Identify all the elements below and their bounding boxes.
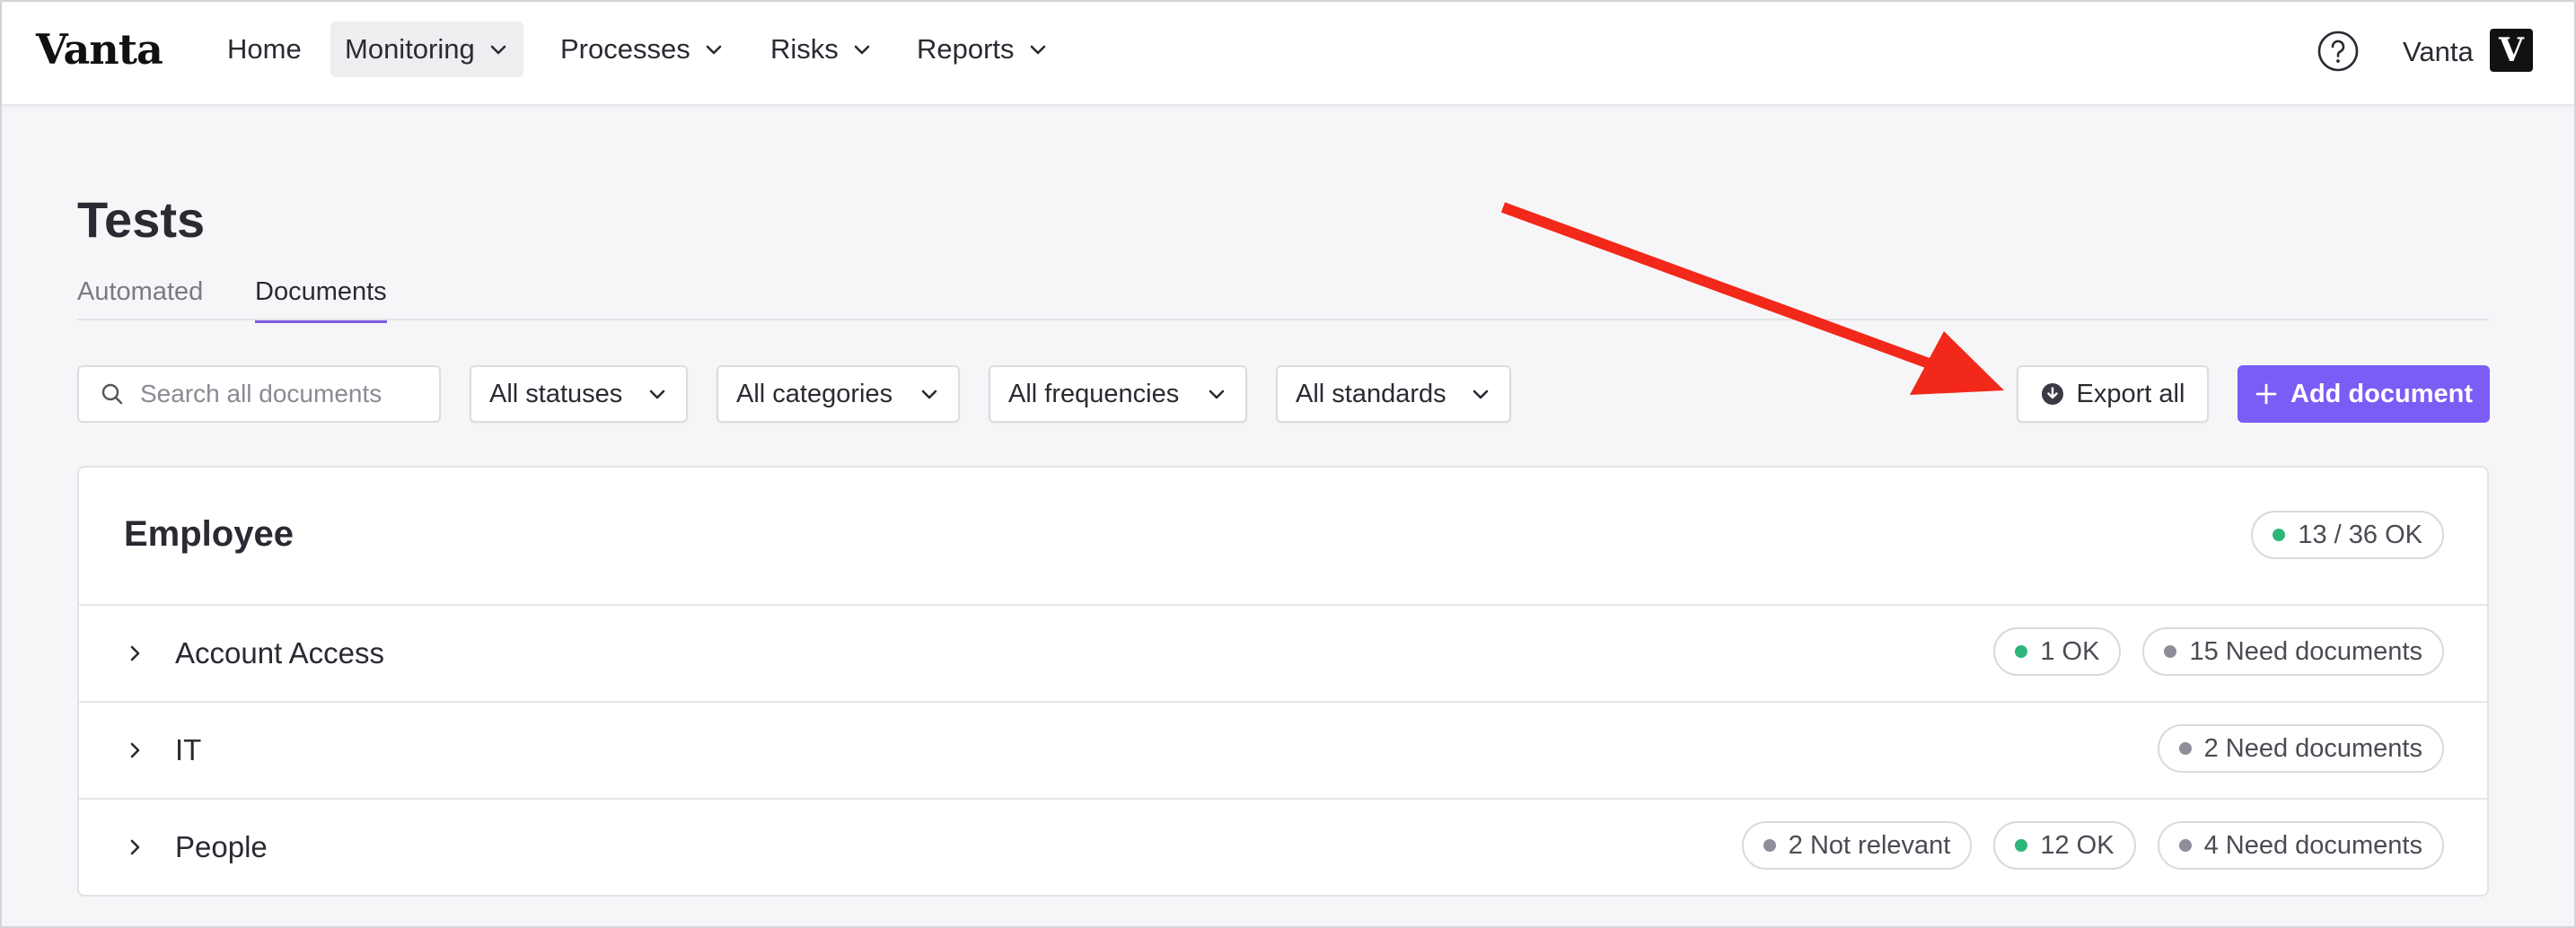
nav-processes[interactable]: Processes (546, 22, 739, 77)
nav-processes-label: Processes (560, 33, 690, 65)
status-badge: 2 Need documents (2157, 724, 2444, 773)
chevron-right-icon[interactable] (124, 643, 145, 664)
download-icon (2041, 383, 2063, 405)
status-filter-label: All statuses (489, 379, 623, 408)
chevron-down-icon (1473, 390, 1489, 399)
employee-group-card: Employee 13 / 36 OK Account Access 1 OK … (77, 466, 2489, 897)
page-title: Tests (77, 191, 206, 248)
chevron-down-icon (1030, 45, 1045, 55)
status-badge: 1 OK (1993, 627, 2122, 676)
tab-documents[interactable]: Documents (255, 277, 387, 323)
nav-monitoring[interactable]: Monitoring (330, 22, 523, 77)
search-field[interactable] (77, 365, 441, 423)
nav-risks-label: Risks (770, 33, 839, 65)
group-summary: 13 / 36 OK (2251, 511, 2444, 559)
status-badge-text: 2 Not relevant (1788, 830, 1951, 860)
category-row-label: People (175, 830, 268, 863)
ok-status-dot (2273, 529, 2286, 541)
nav-reports-label: Reports (917, 33, 1015, 65)
category-row-label: Account Access (175, 636, 384, 670)
nav-monitoring-label: Monitoring (345, 33, 475, 65)
help-icon[interactable] (2317, 30, 2360, 73)
status-badge: 4 Need documents (2157, 821, 2444, 870)
tab-automated[interactable]: Automated (77, 277, 203, 320)
status-badge-text: 4 Need documents (2203, 830, 2422, 860)
ok-status-dot (2015, 645, 2028, 658)
tabs-divider (77, 319, 2489, 320)
nav-risks[interactable]: Risks (756, 22, 887, 77)
search-input[interactable] (140, 380, 427, 408)
add-document-label: Add document (2290, 379, 2473, 408)
add-document-button[interactable]: Add document (2238, 365, 2490, 423)
chevron-down-icon (649, 390, 665, 399)
vanta-logo[interactable]: Vanta (36, 25, 163, 74)
ok-status-dot (2015, 839, 2028, 852)
category-row-label: IT (175, 733, 202, 766)
status-badge: 13 / 36 OK (2251, 511, 2444, 559)
category-filter-dropdown[interactable]: All categories (717, 365, 960, 423)
user-name[interactable]: Vanta (2403, 36, 2474, 68)
neutral-status-dot (2178, 742, 2192, 755)
status-badge: 15 Need documents (2142, 627, 2444, 676)
neutral-status-dot (2164, 645, 2177, 658)
top-navigation: Vanta Home Monitoring Processes Risks Re… (2, 2, 2574, 106)
nav-home[interactable]: Home (213, 22, 316, 77)
frequency-filter-dropdown[interactable]: All frequencies (989, 365, 1247, 423)
status-filter-dropdown[interactable]: All statuses (470, 365, 688, 423)
status-badge: 12 OK (1993, 821, 2136, 870)
status-badge-text: 2 Need documents (2203, 733, 2422, 763)
nav-home-label: Home (227, 33, 302, 65)
export-all-label: Export all (2076, 379, 2185, 408)
nav-reports[interactable]: Reports (902, 22, 1063, 77)
category-filter-label: All categories (736, 379, 893, 408)
chevron-down-icon (854, 45, 870, 55)
chevron-down-icon (921, 390, 937, 399)
category-row[interactable]: People 2 Not relevant 12 OK 4 Need docum… (79, 798, 2487, 895)
chevron-down-icon (706, 45, 722, 55)
standard-filter-dropdown[interactable]: All standards (1276, 365, 1511, 423)
row-badges: 1 OK 15 Need documents (1993, 627, 2444, 676)
frequency-filter-label: All frequencies (1008, 379, 1180, 408)
group-title: Employee (124, 514, 294, 554)
status-badge-text: 12 OK (2040, 830, 2114, 860)
chevron-down-icon (490, 45, 506, 55)
row-badges: 2 Not relevant 12 OK 4 Need documents (1741, 821, 2444, 870)
status-badge: 2 Not relevant (1741, 821, 1973, 870)
avatar[interactable]: V (2490, 29, 2533, 72)
neutral-status-dot (1763, 839, 1776, 852)
plus-icon (2255, 383, 2277, 405)
search-icon (101, 383, 123, 405)
export-all-button[interactable]: Export all (2017, 365, 2209, 423)
row-badges: 2 Need documents (2157, 724, 2444, 773)
category-row[interactable]: IT 2 Need documents (79, 701, 2487, 798)
category-row[interactable]: Account Access 1 OK 15 Need documents (79, 604, 2487, 701)
status-badge-text: 1 OK (2040, 636, 2100, 666)
chevron-right-icon[interactable] (124, 836, 145, 858)
status-badge-text: 13 / 36 OK (2298, 520, 2422, 549)
neutral-status-dot (2178, 839, 2192, 852)
chevron-down-icon (1209, 390, 1225, 399)
status-badge-text: 15 Need documents (2189, 636, 2422, 666)
chevron-right-icon[interactable] (124, 740, 145, 761)
standard-filter-label: All standards (1296, 379, 1446, 408)
